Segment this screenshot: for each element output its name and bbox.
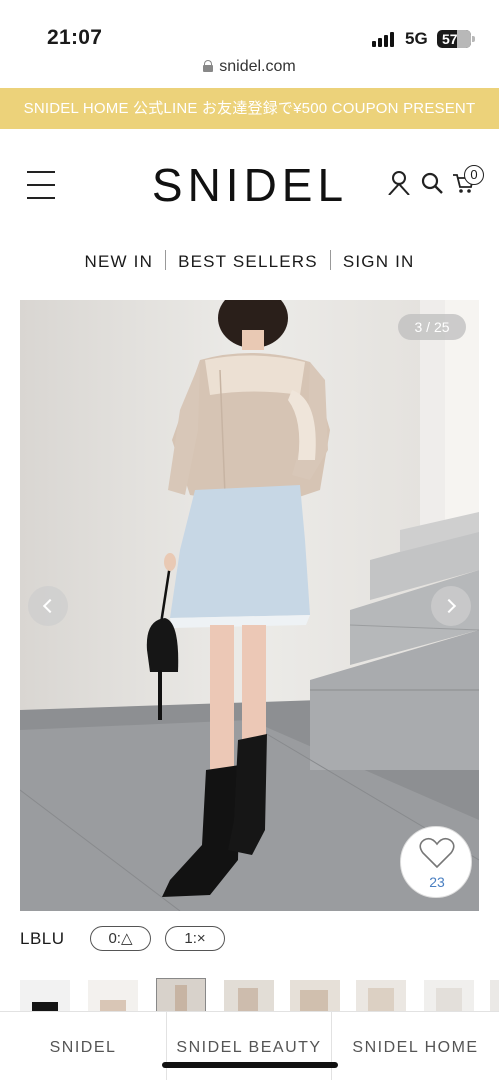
address-bar[interactable]: snidel.com <box>0 58 499 84</box>
chevron-right-icon[interactable] <box>431 586 471 626</box>
menu-icon[interactable] <box>27 170 55 200</box>
network-type: 5G <box>405 29 428 48</box>
battery-icon: 57 <box>437 30 475 48</box>
promo-banner[interactable]: SNIDEL HOME 公式LINE お友達登録で¥500 COUPON PRE… <box>0 88 499 129</box>
thumbnail-selected[interactable] <box>156 978 206 1015</box>
lock-icon <box>203 60 214 72</box>
thumbnail[interactable] <box>20 980 70 1015</box>
home-indicator[interactable] <box>162 1062 338 1068</box>
color-label: LBLU <box>20 929 65 948</box>
tab-snidel-home[interactable]: SNIDEL HOME <box>332 1012 499 1080</box>
chevron-left-icon[interactable] <box>28 586 68 626</box>
product-image-gallery[interactable]: 3 / 25 23 <box>20 300 479 911</box>
account-icon[interactable] <box>388 171 410 195</box>
cart-count-badge: 0 <box>464 165 484 185</box>
battery-level: 57 <box>442 31 458 47</box>
thumbnail[interactable] <box>356 980 406 1015</box>
top-nav: NEW IN BEST SELLERS SIGN IN <box>0 250 499 276</box>
heart-icon <box>419 837 455 869</box>
url-text: snidel.com <box>219 58 296 75</box>
image-counter: 3 / 25 <box>398 314 466 340</box>
cart-count: 0 <box>470 167 478 182</box>
size-option-1[interactable]: 1:× <box>165 926 225 951</box>
site-logo[interactable]: SNIDEL <box>140 158 360 212</box>
product-photo <box>20 300 479 911</box>
thumbnail[interactable] <box>424 980 474 1015</box>
tab-snidel[interactable]: SNIDEL <box>0 1012 166 1080</box>
nav-sign-in[interactable]: SIGN IN <box>331 252 427 272</box>
nav-new-in[interactable]: NEW IN <box>72 252 165 272</box>
search-icon[interactable] <box>421 172 443 194</box>
bottom-brand-tabs: SNIDEL SNIDEL BEAUTY SNIDEL HOME <box>0 1011 499 1080</box>
clock: 21:07 <box>47 26 103 49</box>
tab-snidel-beauty[interactable]: SNIDEL BEAUTY <box>166 1012 332 1080</box>
status-bar: 21:07 5G 57 <box>0 0 499 60</box>
favorite-count: 23 <box>429 874 445 890</box>
thumbnail[interactable] <box>290 980 340 1015</box>
thumbnail[interactable] <box>490 980 499 1015</box>
thumbnail[interactable] <box>224 980 274 1015</box>
favorite-button[interactable]: 23 <box>400 826 472 898</box>
thumbnail[interactable] <box>88 980 138 1015</box>
signal-icon <box>372 31 400 47</box>
size-option-0[interactable]: 0:△ <box>90 926 151 951</box>
nav-best-sellers[interactable]: BEST SELLERS <box>166 252 330 272</box>
thumbnail-strip <box>0 975 499 1015</box>
